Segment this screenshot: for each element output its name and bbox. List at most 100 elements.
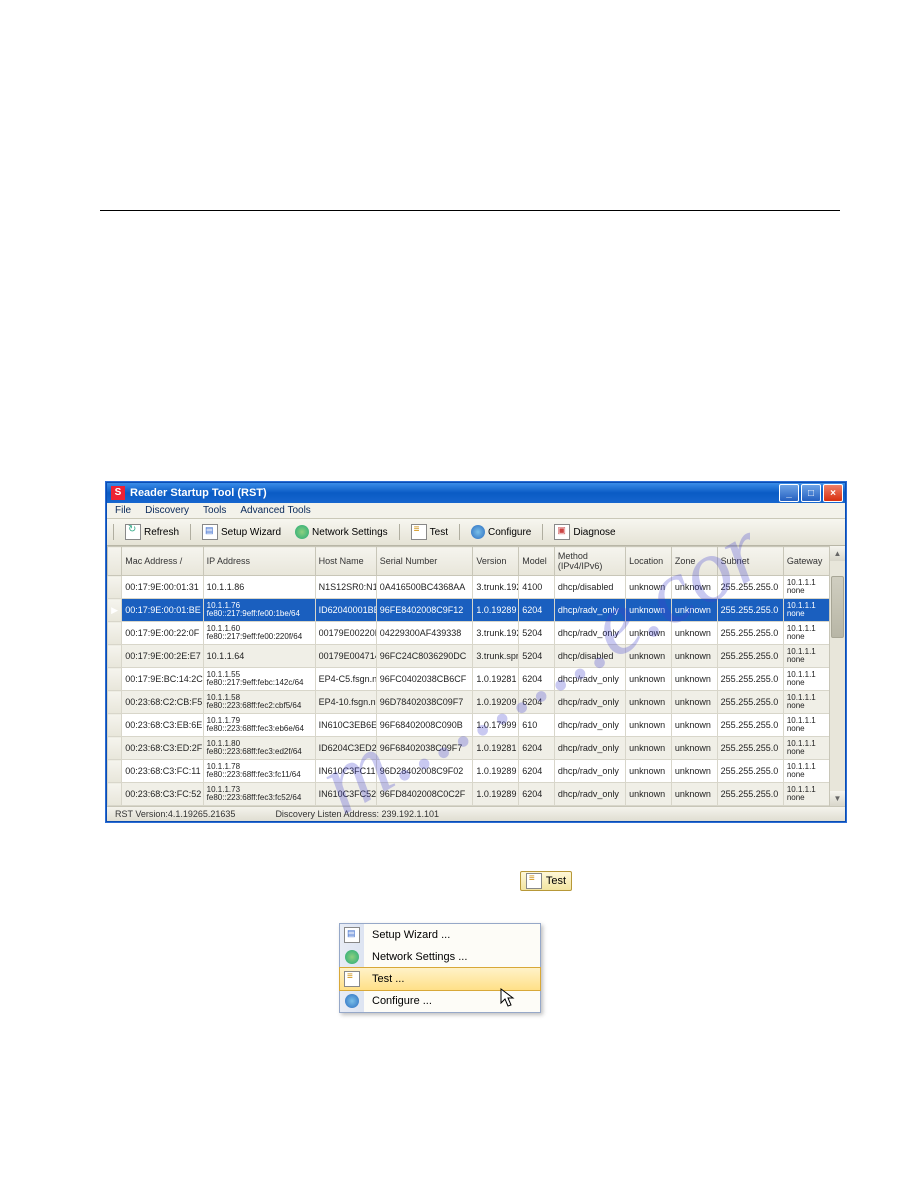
table-cell[interactable]: 10.1.1.1 none <box>783 599 829 622</box>
table-cell[interactable]: 0A416500BC4368AA <box>376 576 473 599</box>
table-cell[interactable]: 255.255.255.0 <box>717 668 783 691</box>
table-cell[interactable]: N1S12SR0:N1 <box>315 576 376 599</box>
table-cell[interactable]: unknown <box>626 737 672 760</box>
table-cell[interactable]: 4100 <box>519 576 555 599</box>
col-rowhead[interactable] <box>108 547 122 576</box>
table-cell[interactable]: 10.1.1.78fe80::223:68ff:fec3:fc11/64 <box>203 760 315 783</box>
table-cell[interactable]: dhcp/radv_only <box>554 668 625 691</box>
table-cell[interactable]: 96FC0402038CB6CF <box>376 668 473 691</box>
table-cell[interactable]: 10.1.1.58fe80::223:68ff:fec2:cbf5/64 <box>203 691 315 714</box>
scroll-up-arrow-icon[interactable]: ▲ <box>830 546 845 561</box>
table-cell[interactable]: 00:23:68:C3:EB:6E <box>122 714 203 737</box>
table-cell[interactable]: 04229300AF439338 <box>376 622 473 645</box>
table-cell[interactable]: 10.1.1.76fe80::217:9eff:fe00:1be/64 <box>203 599 315 622</box>
scroll-thumb[interactable] <box>831 576 844 638</box>
table-cell[interactable]: 5204 <box>519 645 555 668</box>
table-cell[interactable]: unknown <box>671 737 717 760</box>
table-cell[interactable]: unknown <box>626 714 672 737</box>
table-cell[interactable]: 10.1.1.1 none <box>783 645 829 668</box>
table-cell[interactable]: IN610C3EB6E.f <box>315 714 376 737</box>
table-cell[interactable] <box>108 645 122 668</box>
table-cell[interactable]: 6204 <box>519 737 555 760</box>
table-cell[interactable]: unknown <box>671 714 717 737</box>
table-cell[interactable]: 255.255.255.0 <box>717 622 783 645</box>
table-cell[interactable]: 10.1.1.64 <box>203 645 315 668</box>
table-cell[interactable]: unknown <box>671 760 717 783</box>
table-cell[interactable]: unknown <box>671 645 717 668</box>
close-button[interactable]: × <box>823 484 843 502</box>
table-cell[interactable]: unknown <box>671 599 717 622</box>
table-cell[interactable]: dhcp/disabled <box>554 645 625 668</box>
table-row[interactable]: 00:23:68:C3:EB:6E10.1.1.79fe80::223:68ff… <box>108 714 845 737</box>
table-cell[interactable]: 96F68402038C09F7 <box>376 737 473 760</box>
titlebar[interactable]: S Reader Startup Tool (RST) _ □ × <box>107 483 845 503</box>
table-cell[interactable]: 00:23:68:C3:ED:2F <box>122 737 203 760</box>
table-cell[interactable]: 10.1.1.79fe80::223:68ff:fec3:eb6e/64 <box>203 714 315 737</box>
network-settings-button[interactable]: Network Settings <box>290 523 393 541</box>
table-cell[interactable]: 6204 <box>519 783 555 806</box>
table-cell[interactable]: 10.1.1.1 none <box>783 760 829 783</box>
table-cell[interactable]: unknown <box>626 576 672 599</box>
col-version[interactable]: Version <box>473 547 519 576</box>
table-cell[interactable]: unknown <box>626 668 672 691</box>
table-cell[interactable]: ID6204C3ED2F <box>315 737 376 760</box>
table-row[interactable]: 00:23:68:C3:FC:5210.1.1.73fe80::223:68ff… <box>108 783 845 806</box>
table-cell[interactable]: 10.1.1.60fe80::217:9eff:fe00:220f/64 <box>203 622 315 645</box>
table-cell[interactable]: 255.255.255.0 <box>717 599 783 622</box>
table-cell[interactable]: dhcp/radv_only <box>554 622 625 645</box>
table-cell[interactable]: 255.255.255.0 <box>717 645 783 668</box>
table-cell[interactable]: 1.0.19209 <box>473 691 519 714</box>
table-cell[interactable]: 10.1.1.86 <box>203 576 315 599</box>
table-cell[interactable]: 96FE8402008C9F12 <box>376 599 473 622</box>
table-cell[interactable]: 00179E004714 <box>315 645 376 668</box>
table-cell[interactable]: 610 <box>519 714 555 737</box>
menu-item-wizard[interactable]: Setup Wizard ... <box>340 924 540 946</box>
table-cell[interactable]: 96F68402008C090B <box>376 714 473 737</box>
table-cell[interactable]: IN610C3FC52.f <box>315 783 376 806</box>
table-cell[interactable]: dhcp/radv_only <box>554 599 625 622</box>
table-row[interactable]: 00:17:9E:00:22:0F10.1.1.60fe80::217:9eff… <box>108 622 845 645</box>
table-cell[interactable] <box>108 783 122 806</box>
table-cell[interactable]: 1.0.19281 <box>473 737 519 760</box>
table-cell[interactable]: 10.1.1.1 none <box>783 668 829 691</box>
table-cell[interactable] <box>108 622 122 645</box>
table-row[interactable]: 00:23:68:C2:CB:F510.1.1.58fe80::223:68ff… <box>108 691 845 714</box>
table-cell[interactable]: 3.trunk.spr <box>473 645 519 668</box>
table-cell[interactable]: 3.trunk.192 <box>473 622 519 645</box>
table-cell[interactable]: 10.1.1.1 none <box>783 691 829 714</box>
table-cell[interactable]: 10.1.1.73fe80::223:68ff:fec3:fc52/64 <box>203 783 315 806</box>
table-cell[interactable]: 255.255.255.0 <box>717 714 783 737</box>
col-serial[interactable]: Serial Number <box>376 547 473 576</box>
table-cell[interactable]: 96FD8402008C0C2F <box>376 783 473 806</box>
table-cell[interactable]: 255.255.255.0 <box>717 737 783 760</box>
table-cell[interactable]: unknown <box>626 760 672 783</box>
table-cell[interactable]: EP4-10.fsgn.ne <box>315 691 376 714</box>
table-cell[interactable] <box>108 668 122 691</box>
table-cell[interactable]: unknown <box>626 622 672 645</box>
table-cell[interactable]: 00179E00220F <box>315 622 376 645</box>
test-button-standalone[interactable]: Test <box>520 871 572 891</box>
vertical-scrollbar[interactable]: ▲ ▼ <box>829 546 845 806</box>
table-cell[interactable]: 6204 <box>519 668 555 691</box>
scroll-down-arrow-icon[interactable]: ▼ <box>830 791 845 806</box>
table-cell[interactable]: dhcp/radv_only <box>554 737 625 760</box>
table-cell[interactable]: dhcp/radv_only <box>554 760 625 783</box>
col-zone[interactable]: Zone <box>671 547 717 576</box>
table-cell[interactable]: 00:17:9E:00:01:BE <box>122 599 203 622</box>
refresh-button[interactable]: Refresh <box>120 522 184 542</box>
col-ip[interactable]: IP Address <box>203 547 315 576</box>
table-cell[interactable] <box>108 737 122 760</box>
col-model[interactable]: Model <box>519 547 555 576</box>
table-cell[interactable]: 00:17:9E:00:22:0F <box>122 622 203 645</box>
table-cell[interactable]: 1.0.19289 <box>473 599 519 622</box>
col-mac[interactable]: Mac Address / <box>122 547 203 576</box>
setup-wizard-button[interactable]: Setup Wizard <box>197 522 286 542</box>
configure-button[interactable]: Configure <box>466 523 536 541</box>
table-cell[interactable]: 10.1.1.1 none <box>783 622 829 645</box>
table-cell[interactable]: 96D78402038C09F7 <box>376 691 473 714</box>
diagnose-button[interactable]: Diagnose <box>549 522 620 542</box>
table-row[interactable]: 00:23:68:C3:ED:2F10.1.1.80fe80::223:68ff… <box>108 737 845 760</box>
table-cell[interactable]: dhcp/radv_only <box>554 714 625 737</box>
table-cell[interactable]: unknown <box>671 622 717 645</box>
table-cell[interactable]: 10.1.1.1 none <box>783 737 829 760</box>
